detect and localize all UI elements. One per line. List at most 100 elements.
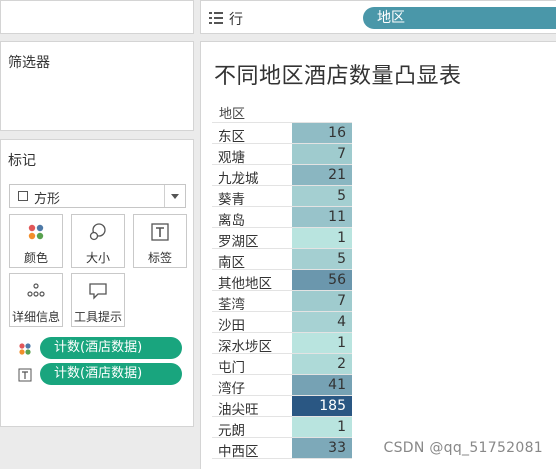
region-name: 罗湖区 [218, 234, 259, 250]
color-button[interactable]: 颜色 [9, 214, 63, 268]
marks-title: 标记 [8, 153, 36, 169]
chevron-down-icon [171, 194, 179, 199]
count-label-pill[interactable]: 计数(酒店数据) [40, 363, 182, 385]
highlight-cell[interactable]: 33 [292, 438, 352, 459]
count-value: 21 [328, 167, 346, 183]
count-value: 185 [319, 398, 346, 414]
size-button-label: 大小 [85, 251, 110, 265]
highlight-cell[interactable]: 7 [292, 291, 352, 312]
size-button[interactable]: 大小 [71, 214, 125, 268]
table-row[interactable]: 罗湖区 1 [212, 227, 352, 250]
highlight-cell[interactable]: 1 [292, 417, 352, 438]
table-row[interactable]: 湾仔 41 [212, 374, 352, 397]
region-column-header[interactable]: 地区 [219, 103, 245, 122]
highlight-cell[interactable]: 41 [292, 375, 352, 396]
highlight-cell[interactable]: 16 [292, 123, 352, 144]
filters-card[interactable]: 筛选器 [0, 41, 194, 131]
color-button-label: 颜色 [23, 251, 48, 265]
highlight-cell[interactable]: 1 [292, 228, 352, 249]
worksheet-view: 不同地区酒店数量凸显表 地区 东区 16 观塘 7 九龙城 21 葵青 5 离岛 11 罗湖区 1 南区… [200, 41, 556, 469]
table-row[interactable]: 荃湾 7 [212, 290, 352, 313]
table-row[interactable]: 其他地区 56 [212, 269, 352, 292]
highlight-cell[interactable]: 4 [292, 312, 352, 333]
rows-shelf[interactable]: 行 地区 [200, 0, 556, 34]
count-value: 1 [337, 230, 346, 246]
region-name: 九龙城 [218, 171, 259, 187]
highlight-cell[interactable]: 185 [292, 396, 352, 417]
region-name: 其他地区 [218, 276, 272, 292]
count-value: 56 [328, 272, 346, 288]
region-name: 元朗 [218, 423, 245, 439]
rows-shelf-label: 行 [229, 12, 243, 28]
watermark: CSDN @qq_51752081 [383, 440, 543, 456]
highlight-table: 东区 16 观塘 7 九龙城 21 葵青 5 离岛 11 罗湖区 1 南区 5 其他地区 56 荃湾 7 沙田 4 深水… [212, 122, 352, 460]
table-row[interactable]: 离岛 11 [212, 206, 352, 229]
color-encoding-icon [19, 343, 31, 355]
highlight-cell[interactable]: 11 [292, 207, 352, 228]
highlight-cell[interactable]: 21 [292, 165, 352, 186]
region-name: 东区 [218, 129, 245, 145]
count-value: 1 [337, 419, 346, 435]
region-name: 离岛 [218, 213, 245, 229]
count-color-pill[interactable]: 计数(酒店数据) [40, 337, 182, 359]
filters-title: 筛选器 [8, 55, 50, 71]
rows-shelf-icon [209, 12, 223, 24]
table-row[interactable]: 油尖旺 185 [212, 395, 352, 418]
region-name: 屯门 [218, 360, 245, 376]
dropdown-toggle[interactable] [164, 185, 185, 207]
highlight-cell[interactable]: 7 [292, 144, 352, 165]
table-row[interactable]: 元朗 1 [212, 416, 352, 439]
table-row[interactable]: 沙田 4 [212, 311, 352, 334]
mark-type-dropdown[interactable]: 方形 [9, 184, 186, 208]
tooltip-button-label: 工具提示 [73, 310, 122, 324]
region-name: 沙田 [218, 318, 245, 334]
table-bottom-border [212, 458, 352, 467]
count-value: 5 [337, 251, 346, 267]
marks-card: 标记 方形 颜色 大小 标签 详细信息 工具提示 计数(酒店数据) 计数(酒店数… [0, 139, 194, 427]
highlight-cell[interactable]: 5 [292, 186, 352, 207]
count-value: 4 [337, 314, 346, 330]
region-name: 南区 [218, 255, 245, 271]
highlight-cell[interactable]: 1 [292, 333, 352, 354]
label-button[interactable]: 标签 [133, 214, 187, 268]
count-value: 41 [328, 377, 346, 393]
detail-button-label: 详细信息 [11, 310, 60, 324]
text-label-icon [151, 223, 169, 241]
highlight-cell[interactable]: 2 [292, 354, 352, 375]
detail-dots-icon [27, 283, 45, 297]
highlight-cell[interactable]: 56 [292, 270, 352, 291]
table-row[interactable]: 屯门 2 [212, 353, 352, 376]
worksheet-title[interactable]: 不同地区酒店数量凸显表 [214, 58, 462, 90]
square-mark-icon [18, 191, 28, 201]
count-value: 7 [337, 293, 346, 309]
region-name: 中西区 [218, 444, 259, 460]
table-row[interactable]: 南区 5 [212, 248, 352, 271]
detail-button[interactable]: 详细信息 [9, 273, 63, 327]
table-row[interactable]: 观塘 7 [212, 143, 352, 166]
table-row[interactable]: 东区 16 [212, 122, 352, 145]
region-name: 深水埗区 [218, 339, 272, 355]
count-value: 5 [337, 188, 346, 204]
table-row[interactable]: 中西区 33 [212, 437, 352, 460]
table-row[interactable]: 九龙城 21 [212, 164, 352, 187]
count-value: 7 [337, 146, 346, 162]
region-dimension-pill[interactable]: 地区 [363, 7, 556, 29]
region-name: 油尖旺 [218, 402, 259, 418]
region-name: 葵青 [218, 192, 245, 208]
table-row[interactable]: 深水埗区 1 [212, 332, 352, 355]
color-icon [28, 224, 44, 240]
table-row[interactable]: 葵青 5 [212, 185, 352, 208]
mark-type-label: 方形 [34, 192, 61, 207]
top-left-blank-panel [0, 0, 194, 34]
tooltip-button[interactable]: 工具提示 [71, 273, 125, 327]
label-button-label: 标签 [147, 251, 172, 265]
label-encoding-icon [18, 368, 32, 382]
count-value: 1 [337, 335, 346, 351]
region-name: 观塘 [218, 150, 245, 166]
size-icon [89, 223, 106, 241]
region-name: 湾仔 [218, 381, 245, 397]
count-value: 33 [328, 440, 346, 456]
highlight-cell[interactable]: 5 [292, 249, 352, 270]
label-encoding-row: 计数(酒店数据) [1, 363, 195, 385]
tooltip-icon [89, 283, 107, 300]
